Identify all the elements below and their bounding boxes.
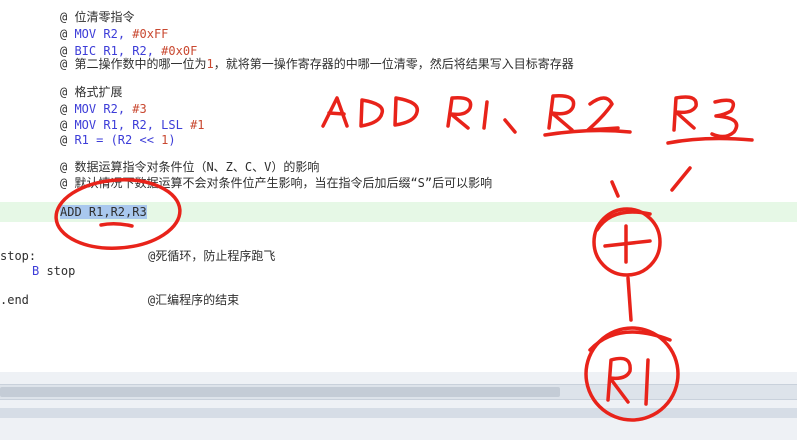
scrollbar-thumb[interactable] — [0, 387, 560, 397]
comment-text: @汇编程序的结束 — [147, 293, 240, 307]
code-line[interactable]: @ 第二操作数中的哪一位为1，就将第一操作寄存器的中哪一位清零，然后将结果写入目… — [0, 54, 797, 74]
immediate: #3 — [132, 102, 147, 116]
comment-text: 位清零指令 — [74, 10, 135, 24]
code-line[interactable]: .end @汇编程序的结束 — [0, 290, 797, 310]
operands: stop — [39, 264, 76, 278]
immediate: #0xFF — [132, 27, 169, 41]
mnemonic: ADD — [60, 205, 82, 219]
operands: R2, — [96, 102, 133, 116]
selected-text[interactable]: ADD R1,R2,R3 — [60, 205, 147, 219]
current-line[interactable]: ADD R1,R2,R3 — [0, 202, 797, 222]
code-line[interactable]: @ R1 = (R2 << 1) — [0, 130, 797, 150]
operands: R2, — [96, 27, 133, 41]
mnemonic: MOV — [74, 102, 97, 116]
horizontal-scrollbar[interactable] — [0, 384, 797, 400]
code-editor[interactable]: @ 位清零指令 @ MOV R2, #0xFF @ BIC R1, R2, #0… — [0, 0, 797, 372]
code-line[interactable]: B stop — [0, 261, 797, 281]
mnemonic: MOV — [74, 27, 97, 41]
editor-bottom-panel — [0, 372, 797, 440]
status-strip — [0, 408, 797, 418]
operands: R1,R2,R3 — [81, 205, 147, 219]
code-line[interactable]: @ 默认情况下数据运算不会对条件位产生影响，当在指令后加后缀“S”后可以影响 — [0, 173, 797, 193]
label: .end — [0, 293, 29, 307]
